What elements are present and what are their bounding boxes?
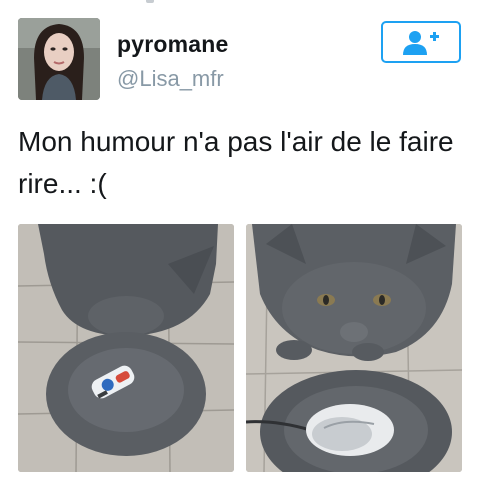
- add-user-icon: [403, 31, 439, 55]
- previous-tweet-caret: [146, 0, 154, 3]
- previous-tweet-edge: [0, 0, 480, 4]
- tweet-text: Mon humour n'a pas l'air de le faire rir…: [18, 126, 454, 199]
- follow-button[interactable]: [381, 21, 461, 63]
- photo-cat-with-computer-mouse: [246, 224, 462, 472]
- avatar-photo: [18, 18, 100, 100]
- photo-cat-with-correction-tape: [18, 224, 234, 472]
- user-handle[interactable]: @Lisa_mfr: [117, 66, 224, 92]
- tweet-photo-2[interactable]: [246, 224, 462, 472]
- display-name[interactable]: pyromane: [117, 31, 229, 58]
- avatar[interactable]: [18, 18, 100, 100]
- tweet-photo-1[interactable]: [18, 224, 234, 472]
